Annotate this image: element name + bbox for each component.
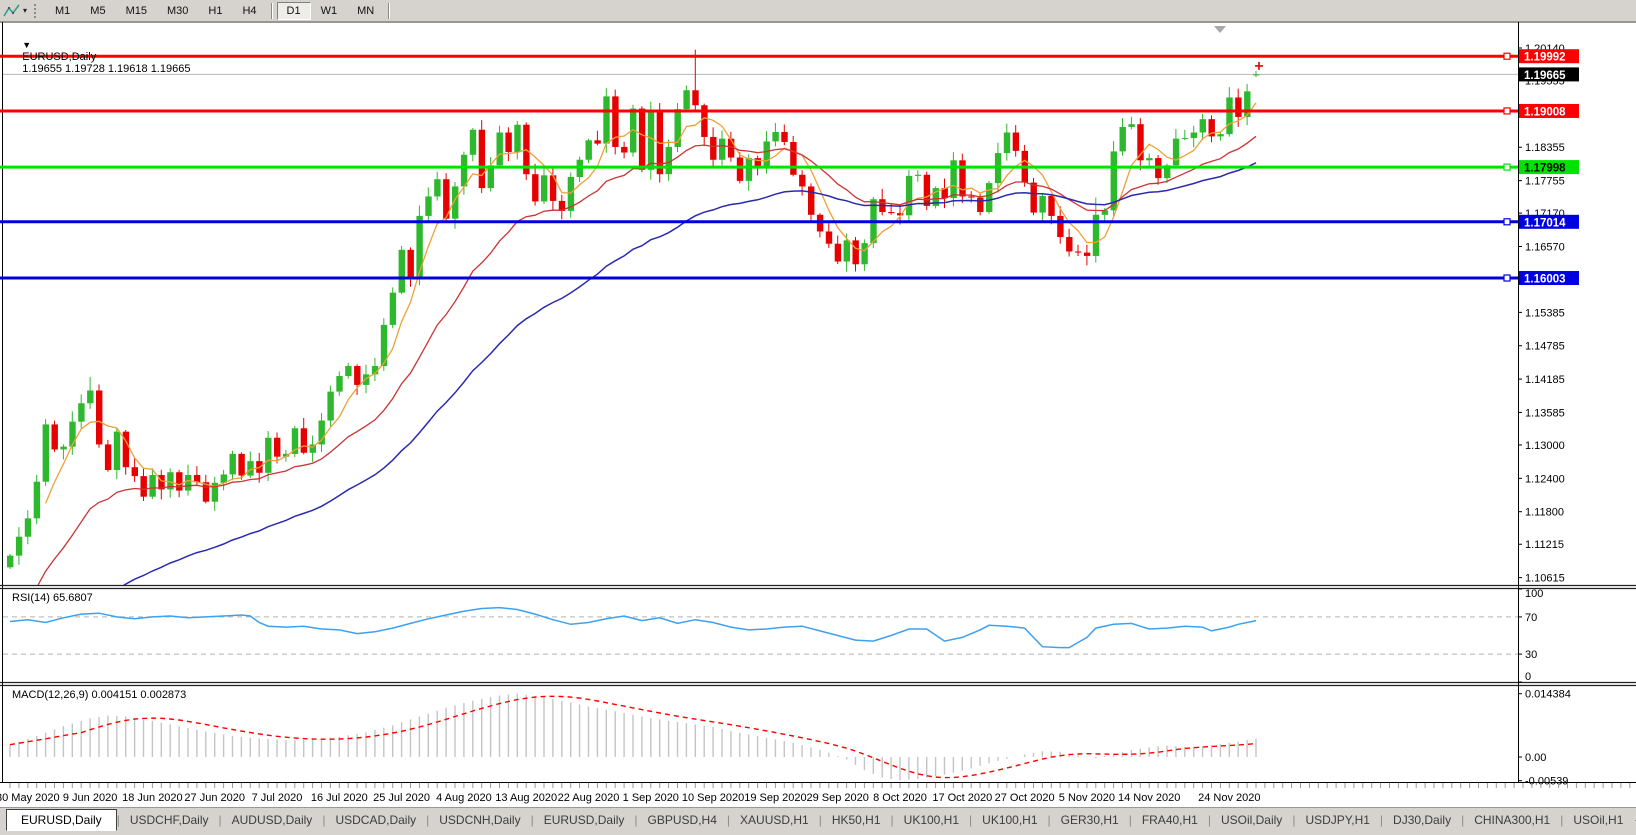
date-label: 19 Sep 2020 bbox=[744, 792, 806, 804]
chart-tab-audusd-daily-2[interactable]: AUDUSD,Daily bbox=[222, 810, 323, 830]
chart-tab-bar: EURUSD,Daily | USDCHF,Daily | AUDUSD,Daily | U… bbox=[0, 807, 1636, 832]
chart-tab-usdjpy-h1-14[interactable]: USDJPY,H1 bbox=[1295, 810, 1379, 830]
chart-tab-eurusd-daily-5[interactable]: EURUSD,Daily bbox=[534, 810, 635, 830]
hline-price-badge: 1.19992 bbox=[1519, 49, 1579, 64]
toolbar-drag-handle[interactable] bbox=[34, 3, 39, 18]
svg-text:1.17014: 1.17014 bbox=[1524, 217, 1566, 229]
timeframe-button-m15[interactable]: M15 bbox=[116, 2, 157, 20]
rsi-tick-label: 30 bbox=[1525, 649, 1537, 661]
chart-tab-gbpusd-h4-6[interactable]: GBPUSD,H4 bbox=[638, 810, 727, 830]
macd-tick-label: 0.014384 bbox=[1525, 689, 1571, 701]
trading-platform-window: ▾ M1 M5 M15 M30 H1 H4 D1 W1 MN 1.20140 1.19555 1.… bbox=[0, 0, 1636, 835]
svg-text:1.19665: 1.19665 bbox=[1524, 70, 1566, 82]
svg-text:1.19008: 1.19008 bbox=[1524, 106, 1566, 118]
chart-tab-dj30-daily-15[interactable]: DJ30,Daily bbox=[1383, 810, 1461, 830]
chart-tab-usdchf-daily-1[interactable]: USDCHF,Daily bbox=[120, 810, 219, 830]
chart-tab-hk50-h1-8[interactable]: HK50,H1 bbox=[822, 810, 891, 830]
date-label: 17 Oct 2020 bbox=[932, 792, 992, 804]
toolbar-separator bbox=[388, 2, 391, 19]
chart-tab-fra40-h1-12[interactable]: FRA40,H1 bbox=[1132, 810, 1208, 830]
svg-text:1.17998: 1.17998 bbox=[1524, 163, 1566, 175]
date-label: 30 May 2020 bbox=[0, 792, 60, 804]
timeframe-button-h1[interactable]: H1 bbox=[198, 2, 232, 20]
time-axis: 30 May 2020 9 Jun 2020 18 Jun 2020 27 Jun 2… bbox=[0, 783, 1631, 804]
price-tick-label: 1.18355 bbox=[1525, 142, 1565, 154]
date-label: 1 Sep 2020 bbox=[623, 792, 679, 804]
chart-tab-usoil-daily-13[interactable]: USOil,Daily bbox=[1211, 810, 1292, 830]
price-tick-label: 1.17755 bbox=[1525, 176, 1565, 188]
date-label: 8 Oct 2020 bbox=[873, 792, 927, 804]
price-tick-label: 1.11800 bbox=[1525, 507, 1564, 519]
price-tick-label: 1.15385 bbox=[1525, 307, 1565, 319]
svg-text:1.16003: 1.16003 bbox=[1524, 274, 1566, 286]
rsi-tick-label: 70 bbox=[1525, 612, 1537, 624]
current-price-badge: 1.19665 bbox=[1519, 67, 1579, 82]
date-label: 22 Aug 2020 bbox=[558, 792, 620, 804]
price-tick-label: 1.14185 bbox=[1525, 374, 1565, 386]
timeframe-toolbar: ▾ M1 M5 M15 M30 H1 H4 D1 W1 MN bbox=[0, 0, 1636, 22]
chart-tab-eurusd-daily-0[interactable]: EURUSD,Daily bbox=[6, 809, 117, 831]
date-label: 7 Jul 2020 bbox=[252, 792, 303, 804]
date-label: 25 Jul 2020 bbox=[373, 792, 430, 804]
chart-tab-usdcnh-daily-4[interactable]: USDCNH,Daily bbox=[429, 810, 530, 830]
timeframe-button-m1[interactable]: M1 bbox=[45, 2, 80, 20]
date-label: 27 Jun 2020 bbox=[184, 792, 245, 804]
price-tick-label: 1.11215 bbox=[1525, 539, 1564, 551]
chart-tab-uk100-h1-10[interactable]: UK100,H1 bbox=[972, 810, 1047, 830]
rsi-tick-label: 100 bbox=[1525, 588, 1543, 600]
price-tick-label: 1.10615 bbox=[1525, 573, 1565, 585]
date-label: 13 Aug 2020 bbox=[495, 792, 557, 804]
timeframe-button-h4[interactable]: H4 bbox=[232, 2, 266, 20]
chart-tab-xauusd-h1-7[interactable]: XAUUSD,H1 bbox=[730, 810, 819, 830]
macd-tick-label: 0.00 bbox=[1525, 752, 1546, 764]
timeframe-button-m30[interactable]: M30 bbox=[157, 2, 198, 20]
timeframe-button-mn[interactable]: MN bbox=[347, 2, 384, 20]
date-label: 27 Oct 2020 bbox=[995, 792, 1055, 804]
chevron-down-icon[interactable]: ▾ bbox=[23, 6, 27, 15]
rsi-tick-label: 0 bbox=[1525, 671, 1531, 683]
date-label: 24 Nov 2020 bbox=[1198, 792, 1260, 804]
polyline-indicator-icon[interactable]: ▾ bbox=[0, 4, 30, 18]
hline-price-badge: 1.16003 bbox=[1519, 271, 1579, 286]
date-label: 10 Sep 2020 bbox=[682, 792, 744, 804]
chart-tab-usoil-h1-17[interactable]: USOil,H1 bbox=[1563, 810, 1633, 830]
date-label: 4 Aug 2020 bbox=[436, 792, 492, 804]
date-label: 18 Jun 2020 bbox=[122, 792, 183, 804]
date-label: 9 Jun 2020 bbox=[63, 792, 117, 804]
hline-price-badge: 1.17014 bbox=[1519, 214, 1579, 229]
price-tick-label: 1.13585 bbox=[1525, 407, 1565, 419]
svg-text:1.19992: 1.19992 bbox=[1524, 52, 1566, 64]
price-tick-label: 1.14785 bbox=[1525, 341, 1565, 353]
date-label: 16 Jul 2020 bbox=[311, 792, 368, 804]
price-tick-label: 1.13000 bbox=[1525, 440, 1565, 452]
chart-tab-china300-h1-16[interactable]: CHINA300,H1 bbox=[1464, 810, 1560, 830]
status-strip bbox=[0, 831, 1636, 835]
hline-price-badge: 1.17998 bbox=[1519, 160, 1579, 175]
timeframe-button-d1[interactable]: D1 bbox=[276, 1, 311, 20]
chart-canvas[interactable]: 1.201401.195551.189551.183551.177551.171… bbox=[0, 22, 1636, 808]
price-tick-label: 1.12400 bbox=[1525, 473, 1565, 485]
date-label: 14 Nov 2020 bbox=[1118, 792, 1180, 804]
timeframe-button-w1[interactable]: W1 bbox=[311, 2, 348, 20]
hline-price-badge: 1.19008 bbox=[1519, 103, 1579, 118]
date-label: 5 Nov 2020 bbox=[1059, 792, 1115, 804]
toolbar-separator bbox=[270, 2, 273, 19]
chart-tab-ger30-h1-11[interactable]: GER30,H1 bbox=[1051, 810, 1129, 830]
chart-tab-usdcad-daily-3[interactable]: USDCAD,Daily bbox=[325, 810, 426, 830]
zigzag-icon bbox=[3, 4, 20, 16]
date-label: 29 Sep 2020 bbox=[807, 792, 869, 804]
timeframe-button-m5[interactable]: M5 bbox=[80, 2, 115, 20]
chart-tab-uk100-h1-9[interactable]: UK100,H1 bbox=[894, 810, 969, 830]
price-tick-label: 1.16570 bbox=[1525, 241, 1565, 253]
